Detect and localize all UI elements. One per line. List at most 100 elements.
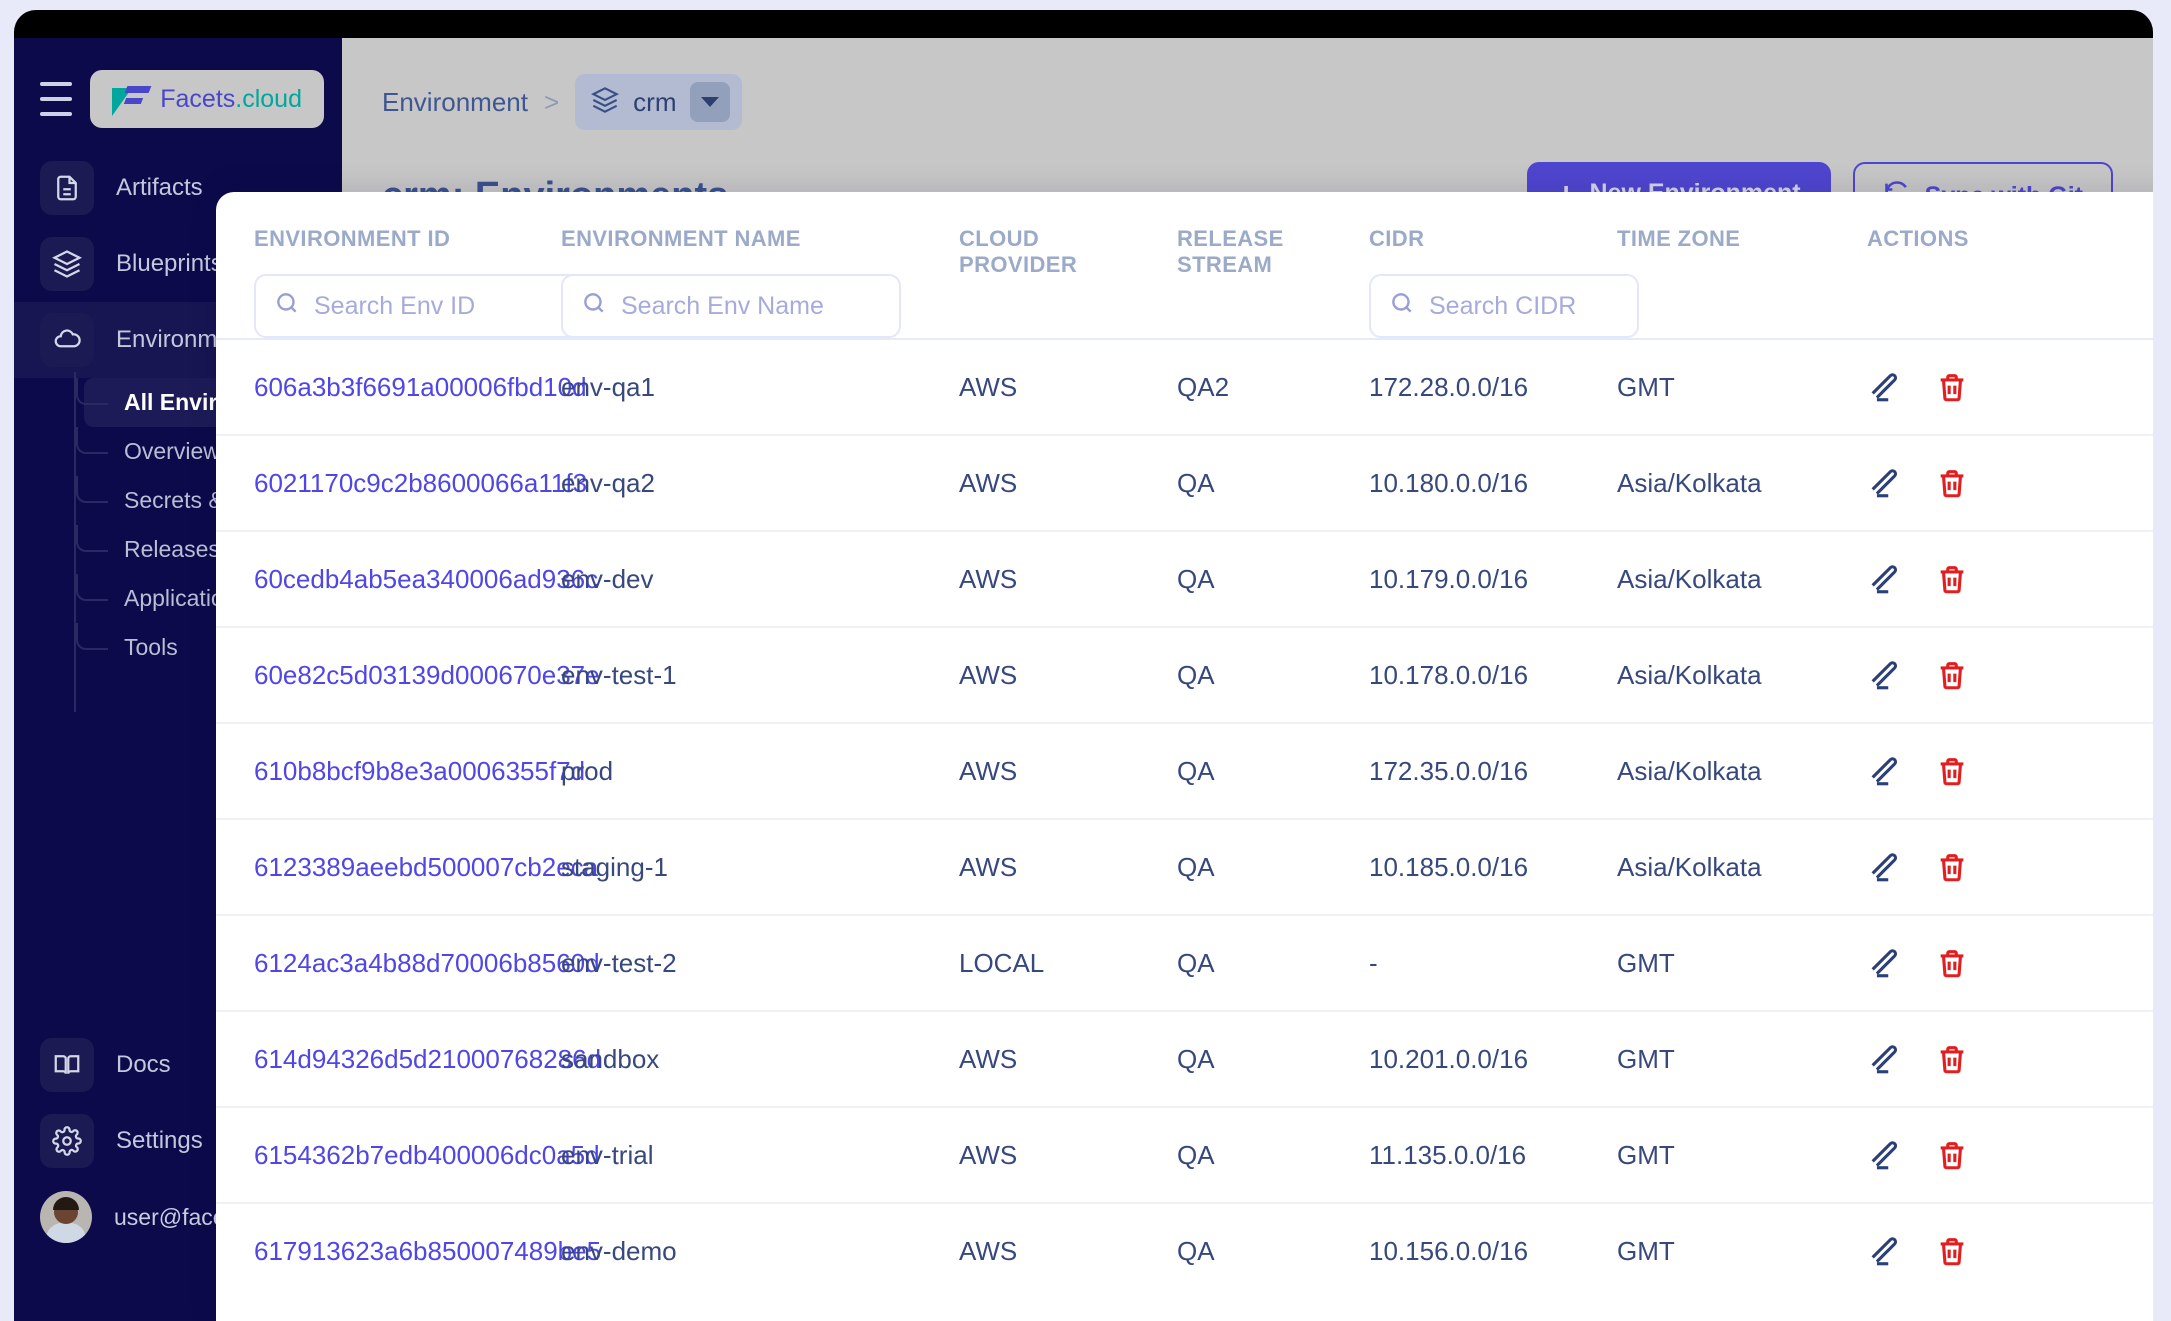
facets-logo-icon	[112, 82, 152, 116]
release-stream-cell: QA	[1177, 1010, 1369, 1107]
time-zone-cell: GMT	[1617, 1106, 1867, 1203]
pencil-icon[interactable]	[1867, 370, 1901, 404]
brand-name-part1: Facets	[160, 84, 236, 113]
environment-name-cell: env-test-1	[561, 626, 959, 723]
column-header-cidr: CIDR	[1369, 192, 1639, 339]
release-stream-cell: QA	[1177, 434, 1369, 531]
chevron-down-icon[interactable]	[690, 82, 731, 122]
column-label: CLOUD PROVIDER	[959, 226, 1078, 277]
pencil-icon[interactable]	[1867, 754, 1901, 788]
hamburger-menu-icon[interactable]	[40, 82, 73, 116]
environment-id-link[interactable]: 60e82c5d03139d000670e37e	[254, 660, 600, 690]
column-header-environment-id: ENVIRONMENT ID	[216, 192, 594, 339]
cidr-cell: 10.180.0.0/16	[1369, 434, 1617, 531]
time-zone-cell: Asia/Kolkata	[1617, 818, 1867, 915]
environment-id-link[interactable]: 617913623a6b850007489be5	[254, 1236, 601, 1266]
table-row: 6154362b7edb400006dc0a5d env-trial AWS QA 11…	[216, 1106, 2153, 1203]
cloud-provider-cell: AWS	[959, 1106, 1177, 1203]
cidr-cell: 10.179.0.0/16	[1369, 530, 1617, 627]
sidebar-subitem-label: Tools	[124, 634, 178, 660]
cloud-provider-cell: AWS	[959, 626, 1177, 723]
table-body: 606a3b3f6691a00006fbd10d env-qa1 AWS QA2 172…	[216, 338, 2153, 1298]
brand-name: Facets.cloud	[160, 85, 302, 114]
column-label: ENVIRONMENT ID	[254, 226, 451, 251]
environment-id-link[interactable]: 610b8bcf9b8e3a0006355f7d	[254, 756, 585, 786]
actions-cell	[1867, 914, 2153, 1011]
search-env-name-box[interactable]	[561, 274, 901, 338]
pencil-icon[interactable]	[1867, 658, 1901, 692]
column-label: CIDR	[1369, 226, 1425, 251]
pencil-icon[interactable]	[1867, 850, 1901, 884]
trash-icon[interactable]	[1935, 754, 1969, 788]
pencil-icon[interactable]	[1867, 466, 1901, 500]
release-stream-cell: QA	[1177, 1202, 1369, 1298]
sidebar-subitem-label: Releases	[124, 536, 220, 562]
breadcrumb-separator: >	[543, 86, 560, 117]
environment-name-cell: env-qa2	[561, 434, 959, 531]
breadcrumb: Environment > crm	[382, 74, 2113, 130]
environment-id-link[interactable]: 6154362b7edb400006dc0a5d	[254, 1140, 600, 1170]
cidr-cell: 10.201.0.0/16	[1369, 1010, 1617, 1107]
pencil-icon[interactable]	[1867, 1234, 1901, 1268]
environment-id-link[interactable]: 6124ac3a4b88d70006b8560d	[254, 948, 600, 978]
cidr-cell: 172.28.0.0/16	[1369, 338, 1617, 435]
breadcrumb-root[interactable]: Environment	[382, 87, 528, 118]
trash-icon[interactable]	[1935, 466, 1969, 500]
table-header-row: ENVIRONMENT ID ENVIRONMENT NAME	[216, 192, 2153, 339]
release-stream-cell: QA2	[1177, 338, 1369, 435]
search-env-id-box[interactable]	[254, 274, 594, 338]
pencil-icon[interactable]	[1867, 1138, 1901, 1172]
actions-cell	[1867, 626, 2153, 723]
environment-name-cell: env-qa1	[561, 338, 959, 435]
release-stream-cell: QA	[1177, 1106, 1369, 1203]
trash-icon[interactable]	[1935, 850, 1969, 884]
breadcrumb-project-selector[interactable]: crm	[575, 74, 743, 130]
column-label: ENVIRONMENT NAME	[561, 226, 801, 251]
release-stream-cell: QA	[1177, 914, 1369, 1011]
table-row: 6124ac3a4b88d70006b8560d env-test-2 LOCAL Q…	[216, 914, 2153, 1011]
pencil-icon[interactable]	[1867, 946, 1901, 980]
trash-icon[interactable]	[1935, 658, 1969, 692]
cloud-provider-cell: AWS	[959, 722, 1177, 819]
table-row: 617913623a6b850007489be5 env-demo AWS QA 10.…	[216, 1202, 2153, 1298]
search-env-id-input[interactable]	[314, 291, 574, 321]
actions-cell	[1867, 1010, 2153, 1107]
search-env-name-input[interactable]	[621, 291, 881, 321]
trash-icon[interactable]	[1935, 946, 1969, 980]
actions-cell	[1867, 530, 2153, 627]
pencil-icon[interactable]	[1867, 1042, 1901, 1076]
environment-id-link[interactable]: 6021170c9c2b8600066a11f3	[254, 468, 587, 498]
cidr-cell: 172.35.0.0/16	[1369, 722, 1617, 819]
book-icon	[40, 1038, 94, 1092]
cloud-provider-cell: AWS	[959, 818, 1177, 915]
trash-icon[interactable]	[1935, 1234, 1969, 1268]
trash-icon[interactable]	[1935, 1138, 1969, 1172]
brand-logo[interactable]: Facets.cloud	[90, 70, 324, 128]
cidr-cell: -	[1369, 914, 1617, 1011]
trash-icon[interactable]	[1935, 1042, 1969, 1076]
sidebar-item-label: Docs	[116, 1051, 171, 1078]
environment-id-link[interactable]: 614d94326d5d21000768286d	[254, 1044, 601, 1074]
table-row: 6123389aeebd500007cb2eca staging-1 AWS QA 10…	[216, 818, 2153, 915]
cidr-cell: 10.178.0.0/16	[1369, 626, 1617, 723]
environment-id-link[interactable]: 6123389aeebd500007cb2eca	[254, 852, 598, 882]
environment-id-link[interactable]: 60cedb4ab5ea340006ad936c	[254, 564, 598, 594]
search-cidr-box[interactable]	[1369, 274, 1639, 338]
time-zone-cell: GMT	[1617, 338, 1867, 435]
environment-id-link[interactable]: 606a3b3f6691a00006fbd10d	[254, 372, 587, 402]
trash-icon[interactable]	[1935, 370, 1969, 404]
release-stream-cell: QA	[1177, 722, 1369, 819]
search-cidr-input[interactable]	[1429, 291, 1619, 321]
actions-cell	[1867, 722, 2153, 819]
table-row: 60e82c5d03139d000670e37e env-test-1 AWS QA 1…	[216, 626, 2153, 723]
actions-cell	[1867, 1106, 2153, 1203]
time-zone-cell: GMT	[1617, 914, 1867, 1011]
trash-icon[interactable]	[1935, 562, 1969, 596]
cidr-cell: 10.185.0.0/16	[1369, 818, 1617, 915]
table-row: 6021170c9c2b8600066a11f3 env-qa2 AWS QA 10.1…	[216, 434, 2153, 531]
release-stream-cell: QA	[1177, 818, 1369, 915]
environment-name-cell: env-test-2	[561, 914, 959, 1011]
column-header-cloud-provider: CLOUD PROVIDER	[959, 192, 1177, 339]
actions-cell	[1867, 338, 2153, 435]
pencil-icon[interactable]	[1867, 562, 1901, 596]
